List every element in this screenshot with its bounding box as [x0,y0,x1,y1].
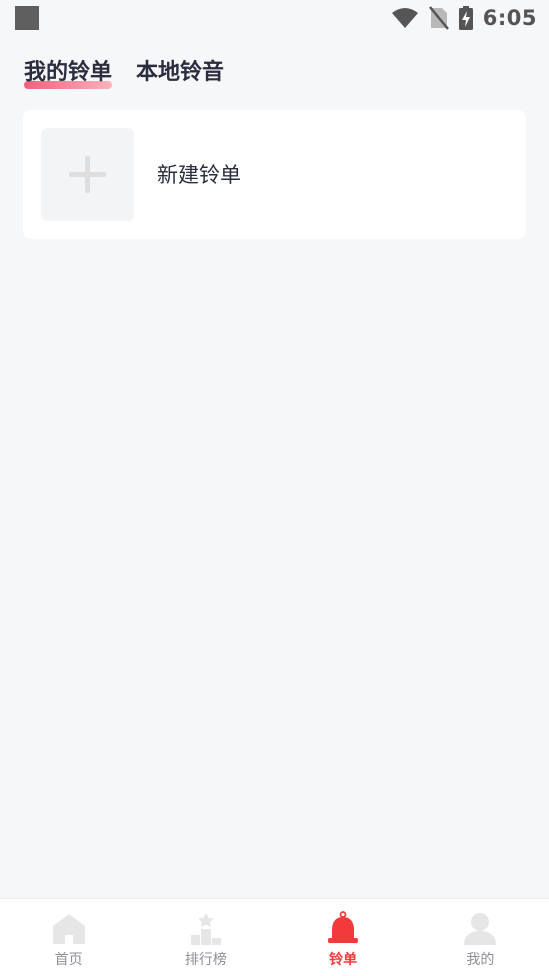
nav-label: 我的 [466,952,495,968]
new-playlist-card[interactable]: 新建铃单 [23,110,526,239]
wifi-icon [391,8,418,28]
nav-me[interactable]: 我的 [412,899,549,976]
notification-icon [15,6,39,30]
nav-home[interactable]: 首页 [0,899,137,976]
tab-bar: 我的铃单 本地铃音 [24,58,224,89]
bottom-nav: 首页 排行榜 铃单 我的 [0,898,549,976]
tab-label: 我的铃单 [24,60,113,85]
nav-label: 首页 [54,952,83,968]
tab-my-playlists[interactable]: 我的铃单 [24,58,113,89]
user-icon [464,913,497,945]
tab-local-ringtones[interactable]: 本地铃音 [136,58,224,88]
plus-icon [69,156,106,193]
tab-label: 本地铃音 [136,60,225,85]
nav-label: 排行榜 [184,952,227,968]
clock: 6:05 [482,6,537,30]
ranking-icon [190,913,221,945]
battery-charging-icon [458,6,473,30]
status-bar: 6:05 [0,0,549,38]
home-icon [52,914,85,944]
new-playlist-label: 新建铃单 [157,163,241,187]
nav-ranking[interactable]: 排行榜 [137,899,274,976]
new-playlist-button[interactable] [41,128,134,221]
nav-label: 铃单 [329,952,358,968]
nav-playlist[interactable]: 铃单 [275,899,412,976]
no-sim-icon [428,6,449,30]
bell-icon [328,911,359,943]
